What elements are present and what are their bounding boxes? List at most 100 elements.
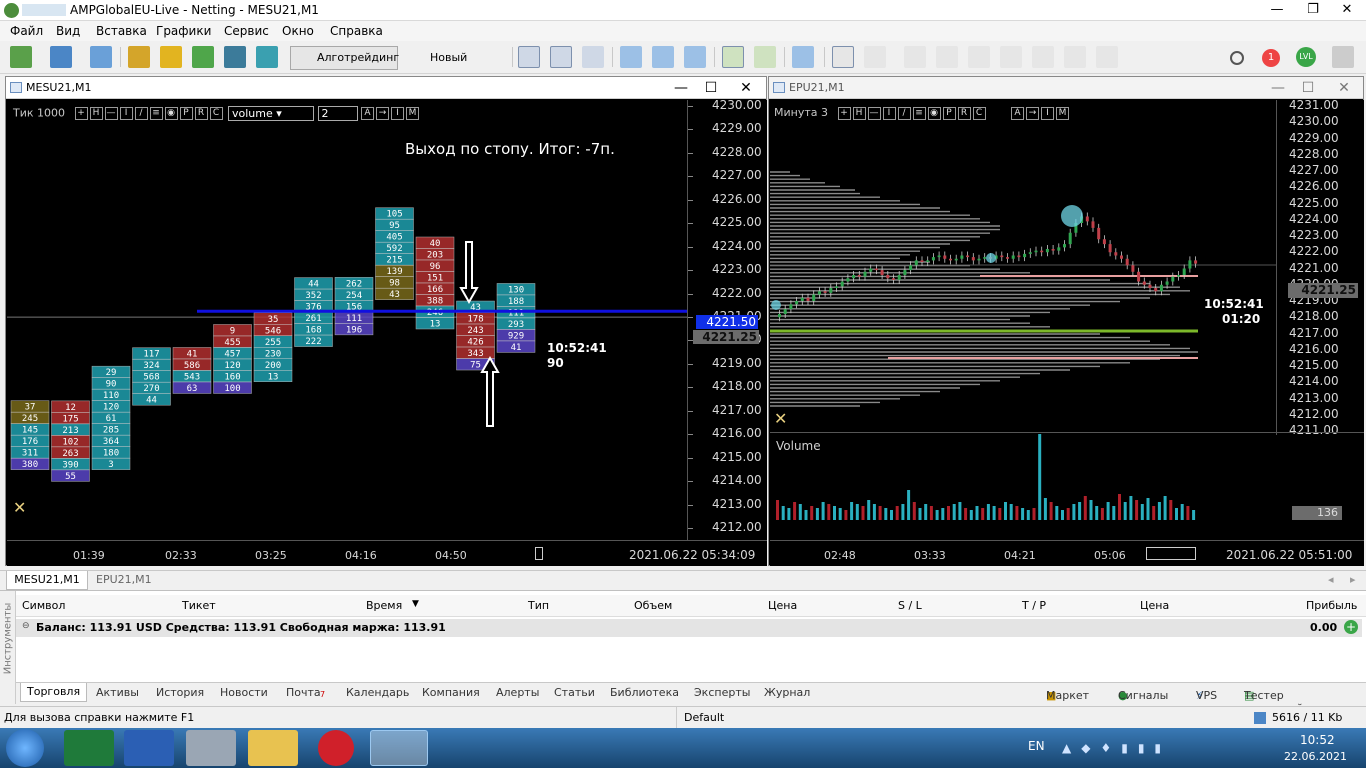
tab-history[interactable]: История — [156, 686, 204, 699]
tab-calendar[interactable]: Календарь — [346, 686, 409, 699]
chart-minimize-button[interactable]: — — [1263, 78, 1293, 98]
pane-divider[interactable] — [770, 432, 1364, 433]
autoscroll-icon[interactable] — [722, 46, 744, 68]
candle-body — [1137, 271, 1141, 282]
word-taskbar-icon[interactable] — [124, 730, 174, 766]
candle-body — [971, 257, 975, 261]
cursor-icon[interactable] — [832, 46, 854, 68]
chart-minimize-button[interactable]: — — [666, 78, 696, 98]
price-tick — [688, 387, 693, 389]
col-symbol[interactable]: Символ — [22, 599, 65, 612]
bar-chart-icon[interactable] — [518, 46, 540, 68]
minimize-button[interactable]: — — [1257, 0, 1297, 20]
profiles-icon[interactable] — [50, 46, 72, 68]
vertical-line-icon[interactable] — [904, 46, 926, 68]
col-ticket[interactable]: Тикет — [182, 599, 216, 612]
strategy-tester-icon[interactable] — [256, 46, 278, 68]
tools-icon[interactable]: ✕ — [13, 498, 26, 517]
clock-time[interactable]: 10:52 — [1300, 733, 1335, 747]
tab-alerts[interactable]: Алерты — [496, 686, 539, 699]
chart-maximize-button[interactable]: ☐ — [1293, 78, 1323, 98]
algo-trading-button[interactable]: Алготрейдинг — [290, 46, 399, 70]
calculator-taskbar-icon[interactable] — [186, 730, 236, 766]
search-icon[interactable] — [1230, 51, 1244, 65]
zoom-in-icon[interactable] — [620, 46, 642, 68]
navigator-icon[interactable] — [160, 46, 182, 68]
tab-news[interactable]: Новости — [220, 686, 268, 699]
tools-icon[interactable]: ✕ — [774, 409, 787, 428]
close-button[interactable]: ✕ — [1327, 0, 1366, 20]
candle-chart-icon[interactable] — [550, 46, 572, 68]
menu-help[interactable]: Справка — [330, 24, 383, 38]
tabs-scroll-left-icon[interactable]: ◂ — [1328, 573, 1334, 586]
chart-window-epu21: EPU21,M1 — ☐ ✕ Минута 3 + H — I / ≡ ◉ P R C A → I M … — [768, 76, 1364, 566]
shapes-icon[interactable] — [1096, 46, 1118, 68]
scroll-marker[interactable] — [535, 547, 543, 560]
col-time[interactable]: Время — [366, 599, 402, 612]
tab-trade[interactable]: Торговля — [20, 683, 88, 702]
zoom-out-icon[interactable] — [652, 46, 674, 68]
channel-icon[interactable] — [1000, 46, 1022, 68]
new-order-button[interactable]: Новый ордер — [403, 46, 506, 86]
tab-journal[interactable]: Журнал — [764, 686, 810, 699]
col-type[interactable]: Тип — [528, 599, 549, 612]
menu-tools[interactable]: Сервис — [224, 24, 269, 38]
add-icon[interactable]: + — [1344, 620, 1358, 634]
chart-tab-epu21[interactable]: EPU21,M1 — [96, 573, 152, 586]
metatrader-taskbar-icon[interactable] — [370, 730, 428, 766]
tab-mail[interactable]: Почта — [286, 686, 321, 699]
horizontal-line-icon[interactable] — [936, 46, 958, 68]
tab-library[interactable]: Библиотека — [610, 686, 679, 699]
terminal-icon[interactable] — [224, 46, 246, 68]
tile-windows-icon[interactable] — [684, 46, 706, 68]
col-profit[interactable]: Прибыль — [1306, 599, 1357, 612]
volume-bar — [804, 510, 808, 520]
excel-taskbar-icon[interactable] — [64, 730, 114, 766]
chart-tab-mesu21[interactable]: MESU21,M1 — [6, 571, 88, 590]
tab-articles[interactable]: Статьи — [554, 686, 595, 699]
language-indicator[interactable]: EN — [1028, 739, 1045, 753]
text-icon[interactable] — [1064, 46, 1086, 68]
clock-date[interactable]: 22.06.2021 — [1284, 750, 1347, 763]
chart-close-button[interactable]: ✕ — [731, 78, 761, 98]
tab-assets[interactable]: Активы — [96, 686, 139, 699]
market-watch-icon[interactable] — [128, 46, 150, 68]
col-current-price[interactable]: Цена — [1140, 599, 1169, 612]
menu-insert[interactable]: Вставка — [96, 24, 147, 38]
chart-close-button[interactable]: ✕ — [1329, 78, 1359, 98]
tabs-scroll-right-icon[interactable]: ▸ — [1350, 573, 1356, 586]
menu-window[interactable]: Окно — [282, 24, 314, 38]
col-tp[interactable]: T / P — [1022, 599, 1046, 612]
scroll-marker[interactable] — [1146, 547, 1196, 560]
level-icon[interactable]: LVL — [1296, 47, 1316, 67]
tab-experts[interactable]: Эксперты — [694, 686, 750, 699]
balance-row[interactable]: ⊖ Баланс: 113.91 USD Средства: 113.91 Св… — [16, 619, 1362, 637]
notifications-icon[interactable]: 1 — [1262, 49, 1280, 67]
left-chart-canvas[interactable]: Тик 1000 + H — I / ≡ ◉ P R C volume ▾ 2 A → I M Выхо… — [7, 100, 767, 566]
opera-taskbar-icon[interactable] — [318, 730, 354, 766]
start-button[interactable] — [6, 729, 44, 767]
crosshair-icon[interactable] — [864, 46, 886, 68]
fibonacci-icon[interactable] — [1032, 46, 1054, 68]
new-chart-icon[interactable] — [10, 46, 32, 68]
footprint-volume-label: 9 — [230, 326, 235, 336]
data-window-icon[interactable] — [192, 46, 214, 68]
tray-icons[interactable]: ▲◆♦▮▮▮ — [1062, 741, 1212, 755]
menu-charts[interactable]: Графики — [156, 24, 211, 38]
col-volume[interactable]: Объем — [634, 599, 672, 612]
menu-view[interactable]: Вид — [56, 24, 80, 38]
col-sl[interactable]: S / L — [898, 599, 922, 612]
trendline-icon[interactable] — [968, 46, 990, 68]
menu-file[interactable]: Файл — [10, 24, 43, 38]
indicators-icon[interactable] — [792, 46, 814, 68]
line-chart-icon[interactable] — [582, 46, 604, 68]
collapse-icon[interactable]: ⊖ — [22, 621, 30, 631]
chart-shift-icon[interactable] — [754, 46, 776, 68]
chart-maximize-button[interactable]: ☐ — [696, 78, 726, 98]
templates-icon[interactable] — [90, 46, 112, 68]
account-icon[interactable] — [1332, 46, 1354, 68]
right-chart-canvas[interactable]: Минута 3 + H — I / ≡ ◉ P R C A → I M 4231.00 4230.00 4… — [770, 100, 1364, 566]
tab-company[interactable]: Компания — [422, 686, 480, 699]
explorer-taskbar-icon[interactable] — [248, 730, 298, 766]
col-price[interactable]: Цена — [768, 599, 797, 612]
